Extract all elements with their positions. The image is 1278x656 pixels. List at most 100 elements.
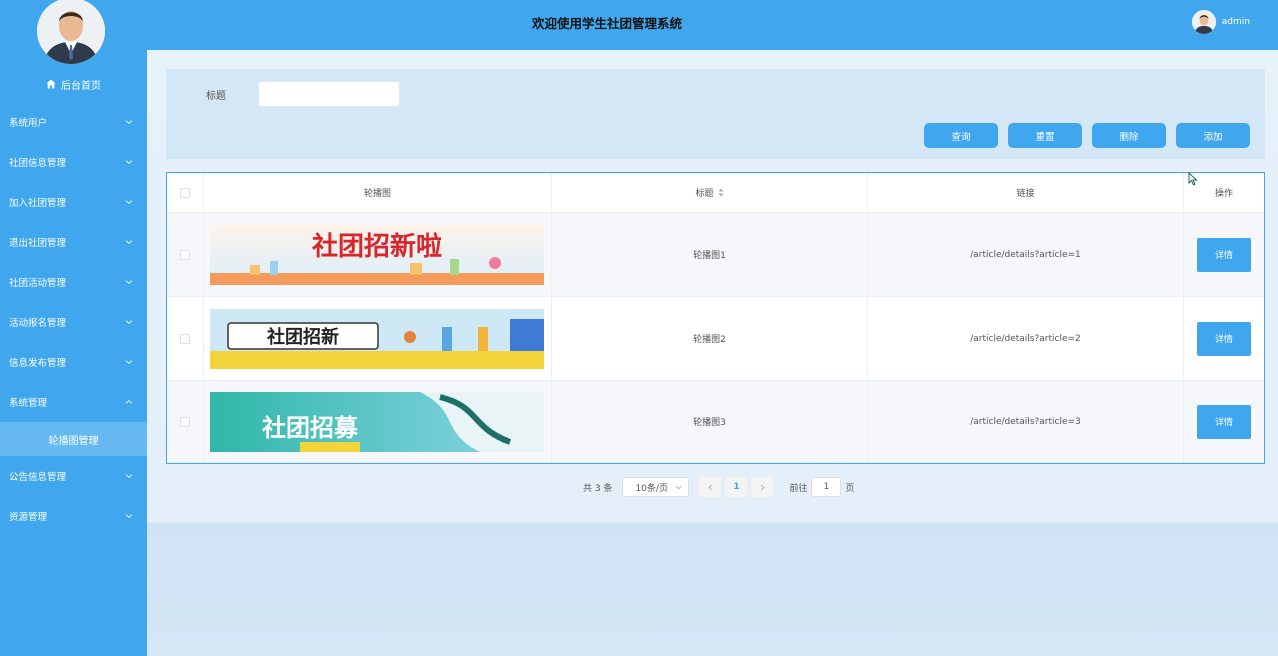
prev-page-button[interactable] xyxy=(699,477,722,497)
sidebar-item-system-users[interactable]: 系统用户 xyxy=(0,102,147,142)
sidebar-item-label: 系统用户 xyxy=(9,118,48,129)
chevron-down-icon xyxy=(125,320,133,325)
table-row: 社团招新啦 轮播图1 /article/details?article=1 详情 xyxy=(167,213,1264,297)
chevron-down-icon xyxy=(676,485,682,489)
sidebar-item-activity-signup[interactable]: 活动报名管理 xyxy=(0,302,147,342)
chevron-down-icon xyxy=(125,240,133,245)
page-number-current[interactable]: 1 xyxy=(725,477,748,497)
carousel-image: 社团招新啦 xyxy=(210,224,544,285)
chevron-down-icon xyxy=(125,514,133,519)
add-button[interactable]: 添加 xyxy=(1176,123,1250,148)
row-actions-cell: 详情 xyxy=(1184,297,1264,381)
chevron-down-icon xyxy=(125,474,133,479)
row-link: /article/details?article=3 xyxy=(868,381,1184,463)
sidebar-item-system-management[interactable]: 系统管理 xyxy=(0,382,147,422)
reset-button[interactable]: 重置 xyxy=(1008,123,1082,148)
sidebar: 后台首页 系统用户 社团信息管理 加入社团管理 退出社团管理 社团活动管理 活动… xyxy=(0,0,147,656)
goto-page-input[interactable]: 1 xyxy=(811,477,842,497)
banner-cell: 社团招新 xyxy=(204,297,552,381)
sidebar-subitem-label: 轮播图管理 xyxy=(48,435,99,447)
chevron-down-icon xyxy=(125,200,133,205)
carousel-table: 轮播图 标题 链接 操作 社团招新啦 轮播图1 /article/details… xyxy=(166,172,1265,464)
avatar[interactable] xyxy=(37,0,105,64)
row-actions-cell: 详情 xyxy=(1184,381,1264,463)
user-menu[interactable]: admin xyxy=(1191,10,1250,34)
top-header: 欢迎使用学生社团管理系统 admin xyxy=(147,0,1278,50)
row-checkbox[interactable] xyxy=(180,416,190,427)
detail-button[interactable]: 详情 xyxy=(1197,404,1251,439)
chevron-left-icon xyxy=(708,484,713,490)
sidebar-item-resources[interactable]: 资源管理 xyxy=(0,496,147,536)
page-suffix: 页 xyxy=(845,483,855,494)
row-title: 轮播图1 xyxy=(552,213,868,297)
sidebar-item-info-publish[interactable]: 信息发布管理 xyxy=(0,342,147,382)
mouse-cursor-icon xyxy=(1188,172,1198,186)
username: admin xyxy=(1221,17,1250,27)
sidebar-subitem-carousel[interactable]: 轮播图管理 xyxy=(0,422,147,456)
row-checkbox[interactable] xyxy=(180,249,190,260)
detail-button[interactable]: 详情 xyxy=(1197,237,1251,272)
carousel-image: 社团招募 xyxy=(210,391,544,452)
sidebar-item-label: 系统管理 xyxy=(9,398,48,409)
user-avatar[interactable] xyxy=(1191,10,1216,34)
sidebar-item-club-activity[interactable]: 社团活动管理 xyxy=(0,262,147,302)
title-filter-label: 标题 xyxy=(206,91,226,102)
banner-text: 社团招新啦 xyxy=(312,231,442,262)
sidebar-item-label: 活动报名管理 xyxy=(9,318,67,329)
pagination-total: 共 3 条 xyxy=(583,483,613,494)
main-content: 标题 查询 重置 删除 添加 轮播图 标题 链接 操作 社团招新啦 轮播图1 /… xyxy=(147,50,1278,656)
chevron-up-icon xyxy=(125,399,133,404)
chevron-down-icon xyxy=(125,160,133,165)
row-select-cell xyxy=(167,381,204,463)
sidebar-menu: 系统用户 社团信息管理 加入社团管理 退出社团管理 社团活动管理 活动报名管理 … xyxy=(0,102,147,536)
row-checkbox[interactable] xyxy=(180,333,190,344)
chevron-down-icon xyxy=(125,360,133,365)
column-header-image: 轮播图 xyxy=(204,173,552,213)
table-row: 社团招募 轮播图3 /article/details?article=3 详情 xyxy=(167,381,1264,463)
banner-text: 社团招新 xyxy=(267,326,339,348)
query-button[interactable]: 查询 xyxy=(924,123,998,148)
sidebar-home-label: 后台首页 xyxy=(61,80,101,92)
sidebar-item-label: 资源管理 xyxy=(9,512,48,523)
carousel-image: 社团招新 xyxy=(210,308,544,369)
sidebar-item-join-club[interactable]: 加入社团管理 xyxy=(0,182,147,222)
sidebar-item-label: 信息发布管理 xyxy=(9,358,67,369)
table-row: 社团招新 轮播图2 /article/details?article=2 详情 xyxy=(167,297,1264,381)
row-link: /article/details?article=1 xyxy=(868,213,1184,297)
sidebar-item-label: 社团信息管理 xyxy=(9,158,67,169)
banner-cell: 社团招新啦 xyxy=(204,213,552,297)
page-size-value: 10条/页 xyxy=(635,483,668,494)
sidebar-item-label: 公告信息管理 xyxy=(9,472,67,483)
row-select-cell xyxy=(167,213,204,297)
chevron-down-icon xyxy=(125,120,133,125)
column-header-title[interactable]: 标题 xyxy=(552,173,868,213)
goto-label: 前往 xyxy=(789,483,808,494)
banner-text: 社团招募 xyxy=(262,414,359,442)
banner-cell: 社团招募 xyxy=(204,381,552,463)
row-select-cell xyxy=(167,297,204,381)
detail-button[interactable]: 详情 xyxy=(1197,321,1251,356)
page-size-select[interactable]: 10条/页 xyxy=(622,477,690,497)
table-header-row: 轮播图 标题 链接 操作 xyxy=(167,173,1264,213)
column-header-title-label: 标题 xyxy=(695,189,714,199)
row-actions-cell: 详情 xyxy=(1184,213,1264,297)
row-link: /article/details?article=2 xyxy=(868,297,1184,381)
sidebar-item-quit-club[interactable]: 退出社团管理 xyxy=(0,222,147,262)
sidebar-item-club-info[interactable]: 社团信息管理 xyxy=(0,142,147,182)
header-select-cell xyxy=(167,173,204,213)
column-header-link: 链接 xyxy=(868,173,1184,213)
sidebar-home-link[interactable]: 后台首页 xyxy=(0,76,147,92)
delete-button[interactable]: 删除 xyxy=(1092,123,1166,148)
title-filter-input[interactable] xyxy=(258,81,400,107)
pagination: 共 3 条 10条/页 1 前往 1 页 xyxy=(583,477,854,497)
row-title: 轮播图3 xyxy=(552,381,868,463)
chevron-down-icon xyxy=(125,280,133,285)
sidebar-item-announcement[interactable]: 公告信息管理 xyxy=(0,456,147,496)
search-panel: 标题 查询 重置 删除 添加 xyxy=(166,69,1265,159)
sort-icon[interactable] xyxy=(718,188,724,197)
home-icon xyxy=(46,79,56,89)
sidebar-item-label: 社团活动管理 xyxy=(9,278,67,289)
select-all-checkbox[interactable] xyxy=(180,187,190,198)
next-page-button[interactable] xyxy=(751,477,774,497)
row-title: 轮播图2 xyxy=(552,297,868,381)
